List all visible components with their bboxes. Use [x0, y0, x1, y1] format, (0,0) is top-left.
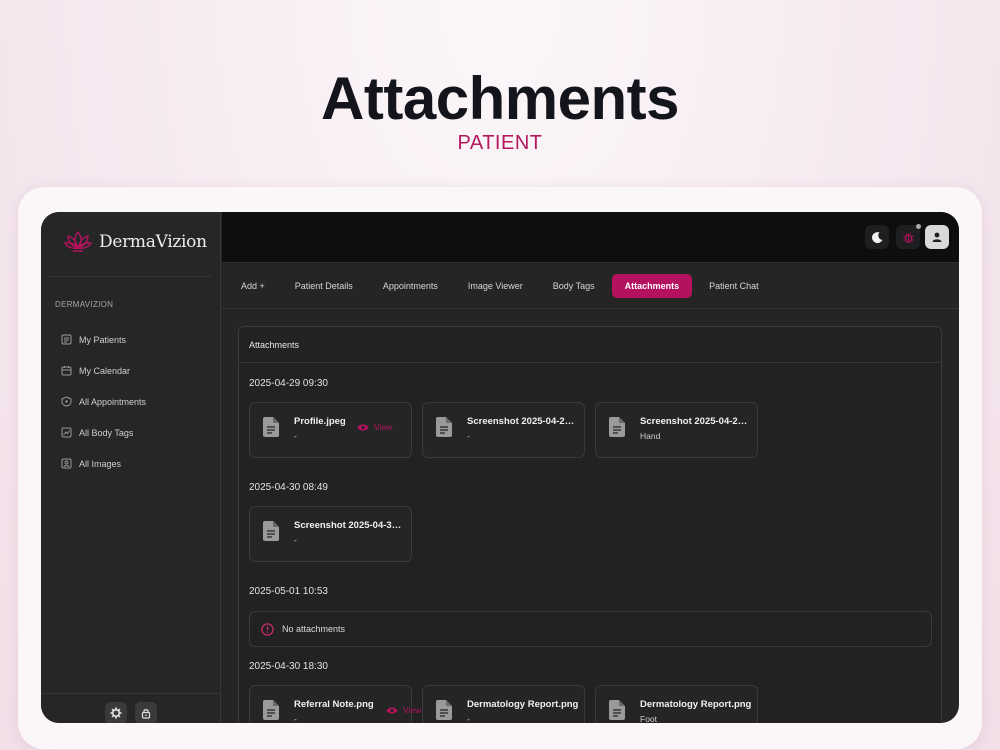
lock-button[interactable]: [135, 702, 157, 723]
sidebar-item-label: My Patients: [79, 334, 127, 345]
hero-subtitle: PATIENT: [457, 132, 543, 154]
hero-title: Attachments: [321, 65, 679, 132]
attachment-tag: -: [467, 714, 470, 723]
attachment-name: Screenshot 2025-04-30 ...: [294, 520, 404, 531]
alert-circle-icon: [261, 622, 274, 636]
sidebar-item-label: My Calendar: [79, 365, 131, 376]
group-date: 2025-04-30 08:49: [249, 482, 328, 493]
lock-icon: [141, 709, 151, 719]
attachment-tag: Foot: [640, 714, 658, 723]
sidebar-item-label: All Body Tags: [79, 427, 134, 438]
lotus-logo-icon: [63, 230, 93, 252]
card-title: Attachments: [239, 327, 941, 363]
view-button[interactable]: View: [386, 705, 421, 715]
group-date: 2025-05-01 10:53: [249, 586, 328, 597]
sidebar-item-my-calendar[interactable]: My Calendar: [61, 355, 146, 386]
sidebar-item-label: All Appointments: [79, 396, 147, 407]
group-date: 2025-04-30 18:30: [249, 661, 328, 672]
attachment-name: Dermatology Report.png: [467, 699, 579, 710]
theme-toggle-button[interactable]: [865, 225, 889, 249]
body-tags-icon: [61, 427, 72, 438]
sidebar-item-label: All Images: [79, 458, 122, 469]
app-screen: DermaVizion DERMAVIZION My Patients My C…: [41, 212, 959, 723]
tab-patient-chat[interactable]: Patient Chat: [696, 274, 772, 298]
attachment-item[interactable]: Screenshot 2025-04-23 ... -: [422, 402, 585, 458]
attachment-item[interactable]: Dermatology Report.png -: [422, 685, 585, 723]
patients-icon: [61, 334, 72, 345]
document-icon: [263, 521, 279, 541]
bug-report-button[interactable]: [896, 224, 921, 249]
document-icon: [609, 417, 625, 437]
patient-tabs: Add + Patient Details Appointments Image…: [222, 264, 959, 309]
tab-patient-details[interactable]: Patient Details: [282, 274, 366, 298]
attachment-tag: Hand: [640, 431, 661, 441]
document-icon: [263, 700, 279, 720]
settings-button[interactable]: [105, 702, 127, 723]
attachment-item[interactable]: Profile.jpeg - View: [249, 402, 412, 458]
divider: [41, 693, 221, 694]
attachment-item[interactable]: Screenshot 2025-04-23 ... Hand: [595, 402, 758, 458]
attachment-item[interactable]: Dermatology Report.png Foot: [595, 685, 758, 723]
tab-attachments[interactable]: Attachments: [611, 274, 693, 298]
view-button[interactable]: View: [357, 422, 392, 432]
attachment-name: Screenshot 2025-04-23 ...: [467, 416, 577, 427]
document-icon: [436, 700, 452, 720]
eye-icon: [386, 707, 398, 713]
settings-icon: [110, 707, 122, 719]
bug-icon: [902, 232, 914, 243]
sidebar-section-label: DERMAVIZION: [55, 300, 114, 309]
sidebar-item-all-body-tags[interactable]: All Body Tags: [61, 417, 146, 448]
attachment-tag: -: [294, 431, 297, 441]
empty-state: No attachments: [249, 611, 932, 647]
attachment-tag: -: [467, 431, 470, 441]
notification-dot: [916, 224, 921, 229]
eye-icon: [357, 424, 369, 430]
document-icon: [436, 417, 452, 437]
attachment-item[interactable]: Referral Note.png - View: [249, 685, 421, 723]
sidebar: DermaVizion DERMAVIZION My Patients My C…: [41, 212, 221, 723]
logo[interactable]: DermaVizion: [63, 228, 207, 256]
empty-state-text: No attachments: [282, 624, 346, 634]
appointments-icon: [61, 396, 72, 407]
tab-add[interactable]: Add +: [228, 274, 278, 298]
attachments-card: Attachments 2025-04-29 09:30 Profile.jpe…: [238, 326, 942, 723]
images-icon: [61, 458, 72, 469]
logo-text: DermaVizion: [99, 232, 207, 252]
moon-icon: [871, 231, 882, 243]
divider: [49, 276, 211, 277]
group-date: 2025-04-29 09:30: [249, 378, 328, 389]
document-icon: [609, 700, 625, 720]
attachment-name: Dermatology Report.png: [640, 699, 752, 710]
attachment-tag: -: [294, 714, 297, 723]
profile-button[interactable]: [925, 225, 949, 249]
top-bar: [222, 212, 959, 263]
sidebar-item-all-appointments[interactable]: All Appointments: [61, 386, 146, 417]
sidebar-item-all-images[interactable]: All Images: [61, 448, 146, 479]
view-label: View: [374, 422, 393, 432]
tab-appointments[interactable]: Appointments: [370, 274, 451, 298]
attachment-tag: -: [294, 535, 297, 545]
attachment-name: Referral Note.png: [294, 699, 374, 710]
sidebar-item-my-patients[interactable]: My Patients: [61, 324, 146, 355]
tab-body-tags[interactable]: Body Tags: [540, 274, 608, 298]
user-icon: [932, 232, 942, 242]
view-label: View: [403, 705, 422, 715]
calendar-icon: [61, 366, 72, 376]
attachment-name: Screenshot 2025-04-23 ...: [640, 416, 750, 427]
attachment-item[interactable]: Screenshot 2025-04-30 ... -: [249, 506, 412, 562]
tab-image-viewer[interactable]: Image Viewer: [455, 274, 536, 298]
document-icon: [263, 417, 279, 437]
